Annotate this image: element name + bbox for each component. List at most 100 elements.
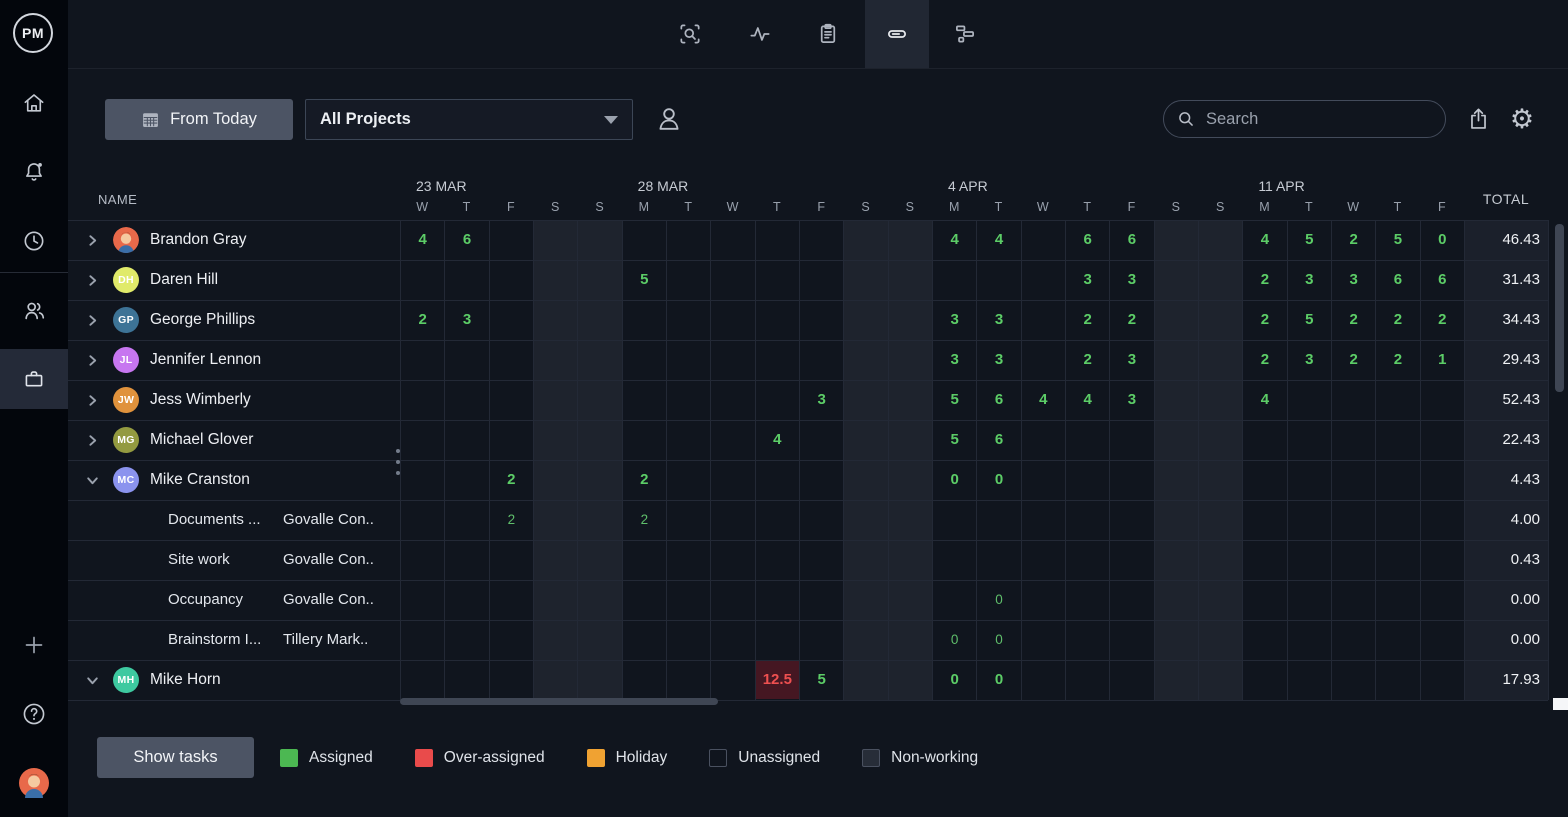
person-row[interactable]: Brandon Gray [68,220,395,260]
row-total: 52.43 [1464,380,1540,420]
grid-cell[interactable]: 0 [977,580,1020,620]
expand-chevron[interactable] [85,313,100,328]
grid-cell[interactable]: 2 [1243,300,1286,340]
grid-cell[interactable]: 4 [401,220,444,260]
grid-cell[interactable]: 3 [933,300,976,340]
grid-cell[interactable]: 4 [1066,380,1109,420]
person-name: Daren Hill [150,260,218,300]
expand-chevron[interactable] [85,393,100,408]
person-row[interactable]: GPGeorge Phillips [68,300,395,340]
horizontal-scrollbar[interactable] [400,698,718,705]
grid-cell[interactable]: 5 [623,260,666,300]
grid-cell[interactable]: 6 [1421,260,1464,300]
grid-cell[interactable]: 4 [1243,220,1286,260]
grid-cell[interactable]: 2 [623,460,666,500]
vertical-scrollbar[interactable] [1555,224,1564,392]
grid-cell[interactable]: 0 [1421,220,1464,260]
grid-cell[interactable]: 3 [977,300,1020,340]
grid-cell[interactable]: 3 [977,340,1020,380]
grid-cell[interactable]: 6 [1376,260,1419,300]
person-row[interactable]: DHDaren Hill [68,260,395,300]
grid-cell[interactable]: 3 [445,300,488,340]
day-letter: M [932,200,976,214]
grid-cell[interactable]: 3 [1110,340,1153,380]
grid-cell[interactable]: 0 [977,660,1020,700]
expand-chevron[interactable] [85,433,100,448]
grid-cell[interactable]: 3 [1110,380,1153,420]
grid-cell[interactable]: 3 [1332,260,1375,300]
grid-cell[interactable]: 5 [800,660,843,700]
grid-cell[interactable]: 2 [1376,300,1419,340]
grid-cell[interactable]: 4 [756,420,799,460]
grid-cell[interactable]: 1 [1421,340,1464,380]
grid-cell[interactable]: 0 [933,620,976,660]
person-row[interactable]: JLJennifer Lennon [68,340,395,380]
task-row[interactable]: OccupancyGovalle Con.. [68,580,395,620]
grid-cell[interactable]: 6 [1110,220,1153,260]
grid-cell[interactable]: 2 [490,500,533,540]
grid-cell[interactable]: 2 [1066,340,1109,380]
grid-cell[interactable]: 4 [1243,380,1286,420]
grid-cell[interactable]: 0 [933,460,976,500]
grid-cell[interactable]: 2 [1332,220,1375,260]
date-group-label: 28 MAR [638,178,689,194]
grid-cell[interactable]: 2 [490,460,533,500]
day-letter: S [888,200,932,214]
grid-cell[interactable]: 0 [933,660,976,700]
show-tasks-button[interactable]: Show tasks [97,737,254,778]
grid-cell[interactable]: 2 [1376,340,1419,380]
expand-chevron[interactable] [85,473,100,488]
grid-cell[interactable]: 3 [1066,260,1109,300]
row-total: 4.00 [1464,500,1540,540]
grid-cell[interactable]: 3 [1288,340,1331,380]
grid-cell[interactable]: 4 [977,220,1020,260]
expand-chevron[interactable] [85,273,100,288]
grid-cell[interactable]: 12.5 [756,661,799,699]
grid-cell[interactable]: 6 [445,220,488,260]
grid-cell[interactable]: 4 [933,220,976,260]
grid-cell[interactable]: 2 [1332,340,1375,380]
expand-chevron[interactable] [85,353,100,368]
day-letter: T [976,200,1020,214]
grid-cell[interactable]: 2 [623,500,666,540]
grid-cell[interactable]: 5 [933,420,976,460]
grid-cell[interactable]: 3 [1110,260,1153,300]
panel-resize-handle[interactable] [395,449,400,475]
grid-cell[interactable]: 6 [977,420,1020,460]
grid-cell[interactable]: 2 [1066,300,1109,340]
grid-cell[interactable]: 3 [1288,260,1331,300]
grid-cell[interactable]: 2 [1332,300,1375,340]
grid-cell[interactable]: 4 [1022,380,1065,420]
grid-cell[interactable]: 2 [1243,340,1286,380]
task-row[interactable]: Documents ...Govalle Con.. [68,500,395,540]
grid-cell[interactable]: 2 [1421,300,1464,340]
grid-cell[interactable]: 5 [1288,220,1331,260]
grid-cell[interactable]: 0 [977,460,1020,500]
grid-cell[interactable]: 6 [977,380,1020,420]
task-name: Brainstorm I... [168,620,261,660]
grid-cell[interactable]: 2 [401,300,444,340]
grid-cell[interactable]: 3 [800,380,843,420]
grid-cell[interactable]: 6 [1066,220,1109,260]
grid-cell[interactable]: 5 [1376,220,1419,260]
person-row[interactable]: MCMike Cranston [68,460,395,500]
expand-chevron[interactable] [85,233,100,248]
legend-label: Assigned [309,749,373,767]
person-row[interactable]: JWJess Wimberly [68,380,395,420]
grid-cell[interactable]: 3 [933,340,976,380]
grid-cell[interactable]: 5 [933,380,976,420]
person-row[interactable]: MGMichael Glover [68,420,395,460]
day-letter: F [799,200,843,214]
grid-cell[interactable]: 5 [1288,300,1331,340]
chevron-down-icon [85,673,100,688]
grid-cell[interactable]: 2 [1110,300,1153,340]
chevron-right-icon [85,313,100,328]
person-row[interactable]: MHMike Horn [68,660,395,700]
grid-cell[interactable]: 2 [1243,260,1286,300]
expand-chevron[interactable] [85,673,100,688]
grid-cell[interactable]: 0 [977,620,1020,660]
workload-app: PM [0,0,1568,817]
task-row[interactable]: Brainstorm I...Tillery Mark.. [68,620,395,660]
date-group-label: 23 MAR [416,178,467,194]
task-row[interactable]: Site workGovalle Con.. [68,540,395,580]
